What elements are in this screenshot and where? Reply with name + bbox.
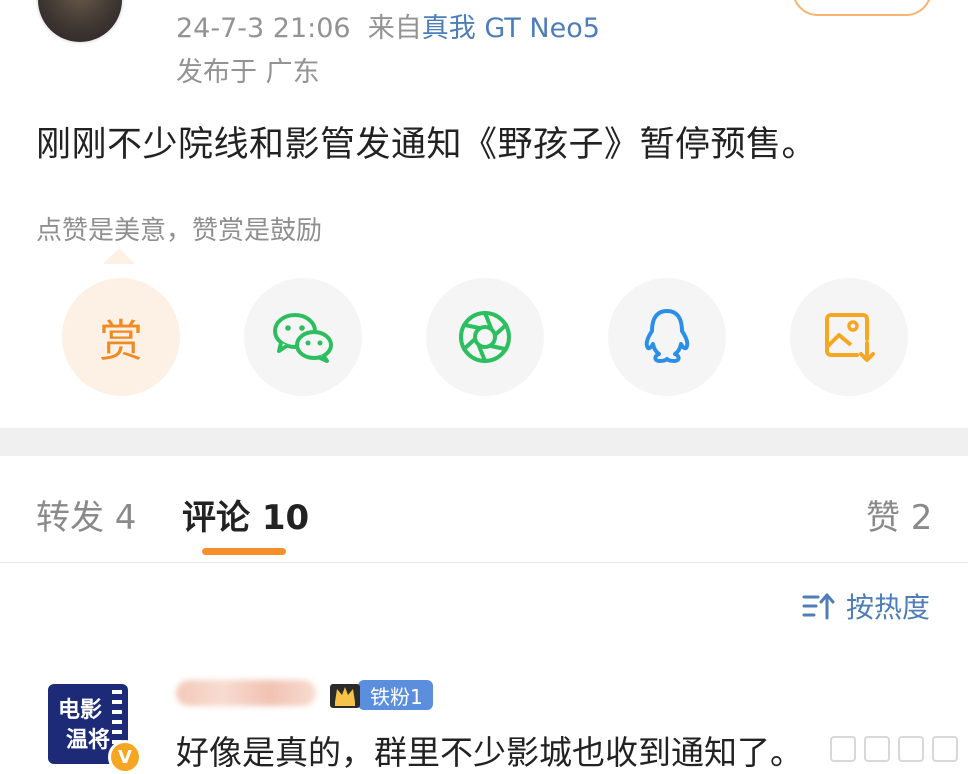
follow-button[interactable] [792, 0, 932, 16]
share-qq-button[interactable] [608, 278, 726, 396]
share-wechat-button[interactable] [244, 278, 362, 396]
tabs-divider [0, 562, 968, 563]
reward-button[interactable]: 赏 [62, 278, 180, 396]
sort-toggle[interactable]: 按热度 [802, 586, 930, 626]
avatar-text-1: 电影 [58, 697, 103, 723]
sort-label: 按热度 [846, 591, 931, 624]
author-avatar[interactable] [36, 0, 124, 44]
moments-icon [459, 311, 511, 363]
post-region: 发布于 广东 [176, 57, 320, 88]
post-source-prefix: 来自 [367, 13, 422, 44]
wechat-icon [273, 313, 333, 363]
reward-icon: 赏 [99, 316, 143, 367]
avatar-text-2: 温将 [66, 727, 111, 753]
qq-icon [644, 309, 690, 363]
commenter-name-blurred[interactable] [176, 680, 316, 706]
reward-tip: 点赞是美意，赞赏是鼓励 [36, 216, 323, 246]
reward-tip-caret [103, 248, 135, 264]
post-text: 刚刚不少院线和影管发通知《野孩子》暂停预售。 [36, 125, 818, 165]
save-image-button[interactable] [790, 278, 908, 396]
fan-level-label: 铁粉1 [358, 680, 433, 710]
save-image-icon [825, 313, 875, 362]
verified-badge: V [108, 740, 142, 774]
active-tab-indicator [202, 548, 286, 555]
section-divider [0, 428, 968, 456]
share-moments-button[interactable] [426, 278, 544, 396]
device-link[interactable]: 真我 GT Neo5 [422, 13, 600, 44]
post-timestamp: 24-7-3 21:06 [176, 13, 351, 44]
post-meta: 24-7-3 21:06 来自真我 GT Neo5 [176, 6, 600, 45]
comment-text: 好像是真的，群里不少影城也收到通知了。 [176, 733, 803, 772]
crown-icon [330, 684, 360, 708]
share-row: 赏 [0, 278, 968, 398]
tab-comments[interactable]: 评论 10 [182, 490, 309, 539]
watermark-logo [830, 736, 958, 762]
sort-icon [802, 593, 835, 620]
tab-repost[interactable]: 转发 4 [36, 490, 136, 539]
tab-likes[interactable]: 赞 2 [866, 490, 932, 539]
fan-badge[interactable]: 铁粉1 [328, 676, 433, 714]
